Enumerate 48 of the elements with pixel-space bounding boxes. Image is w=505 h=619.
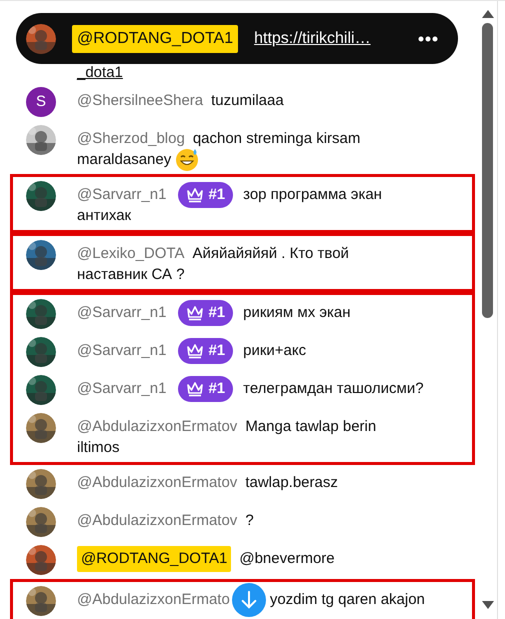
message-text: рики+акс xyxy=(243,340,306,361)
message-text: Айяйайяйяй . Кто твой xyxy=(192,244,349,264)
author-name[interactable]: @Sarvarr_n1 xyxy=(77,378,166,400)
author-name[interactable]: @Sherzod_blog xyxy=(77,128,185,150)
message-link[interactable]: _dota1 xyxy=(77,64,123,81)
message-text: qachon streminga kirsam xyxy=(192,128,360,149)
author-name[interactable]: @AbdulazizxonErmatov xyxy=(77,416,238,438)
message-text: зор программа экан xyxy=(243,184,382,205)
author-name[interactable]: @AbdulazizxonErmatov xyxy=(77,510,238,532)
message-text: maraldasaney xyxy=(77,150,172,170)
message-text: наставник СА ? xyxy=(77,264,185,285)
message-text: Manga tawlap berin xyxy=(245,416,376,437)
author-name[interactable]: @Sarvarr_n1 xyxy=(77,302,166,324)
author-name[interactable]: @AbdulazizxonErmatov xyxy=(77,472,238,494)
message-text: антихак xyxy=(77,206,132,226)
scroll-down-icon[interactable] xyxy=(482,601,494,609)
author-name[interactable]: @RODTANG_DOTA1 xyxy=(77,546,232,572)
more-icon[interactable] xyxy=(418,36,438,42)
scroll-down-button[interactable] xyxy=(232,583,266,617)
crown-icon xyxy=(186,187,204,203)
rank-label: #1 xyxy=(208,378,226,399)
scroll-thumb[interactable] xyxy=(482,23,493,318)
pinned-banner[interactable]: @RODTANG_DOTA1 https://tirikchili… xyxy=(16,13,458,64)
avatar: S xyxy=(26,87,56,117)
crown-icon xyxy=(186,305,204,321)
pinned-link[interactable]: https://tirikchili… xyxy=(254,26,371,50)
crown-icon xyxy=(186,381,204,397)
message-text: @bnevermore xyxy=(239,548,335,569)
arrow-down-icon xyxy=(240,590,258,610)
message-text: yozdim tg qaren akajon xyxy=(270,590,425,610)
sweat-smile-icon xyxy=(175,148,200,172)
author-name[interactable]: @Sarvarr_n1 xyxy=(77,340,166,362)
author-name[interactable]: @Sarvarr_n1 xyxy=(77,184,166,206)
author-name[interactable]: @RODTANG_DOTA1 xyxy=(72,24,238,52)
rank-label: #1 xyxy=(208,340,226,361)
author-name[interactable]: @Lexiko_DOTA xyxy=(77,242,184,266)
message-text: ? xyxy=(245,510,254,531)
author-name[interactable]: @AbdulazizxonErmato xyxy=(77,588,230,612)
message-text: tawlap.berasz xyxy=(245,472,338,493)
rank-label: #1 xyxy=(208,302,226,323)
message-text: iltimos xyxy=(77,438,120,458)
scroll-up-icon[interactable] xyxy=(482,10,494,18)
message-text: tuzumilaaa xyxy=(211,90,284,111)
message-text: рикиям мх экан xyxy=(243,302,351,323)
crown-icon xyxy=(186,343,204,359)
author-name[interactable]: @ShersilneeShera xyxy=(77,90,204,112)
message-text: телеграмдан ташолисми? xyxy=(243,378,424,399)
rank-label: #1 xyxy=(208,184,226,205)
